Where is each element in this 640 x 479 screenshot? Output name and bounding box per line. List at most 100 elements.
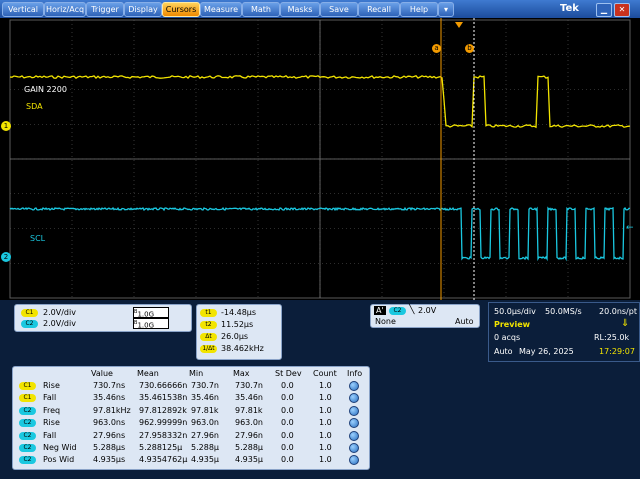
header-count: Count xyxy=(313,369,337,378)
menu-vertical[interactable]: Vertical xyxy=(2,2,44,17)
measurement-value: 4.935μs xyxy=(93,455,126,465)
measurement-name: Fall xyxy=(43,393,57,403)
measurement-min: 5.288μ xyxy=(191,443,219,452)
cursor-t2-value: 11.52μs xyxy=(221,320,254,329)
gain-annotation: GAIN 2200 xyxy=(24,85,67,94)
measurement-min: 97.81k xyxy=(191,405,219,415)
measurement-min: 4.935μ xyxy=(191,455,219,465)
date: May 26, 2025 xyxy=(519,347,574,356)
header-value: Value xyxy=(91,369,113,378)
measurement-stdev: 0.0 xyxy=(281,430,294,440)
measurement-source-chip: C1 xyxy=(19,382,36,390)
measurement-mean: 4.9354762μ xyxy=(139,455,188,465)
measurement-stdev: 0.0 xyxy=(281,393,294,403)
measurement-count: 1.0 xyxy=(319,443,332,452)
ch2-scale: 2.0V/div xyxy=(43,319,76,328)
cursor-readout-panel[interactable]: t1 -14.48μs t2 11.52μs Δt 26.0μs 1/Δt 38… xyxy=(196,304,282,360)
inv-delta-t-chip: 1/Δt xyxy=(200,345,217,353)
measurement-name: Fall xyxy=(43,430,57,440)
info-icon[interactable] xyxy=(349,455,359,466)
measurement-value: 730.7ns xyxy=(93,381,126,390)
ch1-ground-marker[interactable]: 1 xyxy=(1,121,11,131)
cursor-a-handle[interactable]: a xyxy=(432,44,441,53)
measurement-min: 27.96n xyxy=(191,430,219,440)
menu-trigger[interactable]: Trigger xyxy=(86,2,124,17)
trigger-readout-panel[interactable]: A' C2 ╲ 2.0V None Auto xyxy=(370,304,480,328)
measurement-min: 963.0n xyxy=(191,418,219,428)
measurement-max: 97.81k xyxy=(235,405,263,415)
trigger-mode: Auto xyxy=(455,317,474,326)
header-info: Info xyxy=(347,369,363,378)
menu-measure[interactable]: Measure xyxy=(200,2,242,17)
trigger-coupling: None xyxy=(375,317,396,326)
measurement-row[interactable]: C2 Pos Wid 4.935μs 4.9354762μ 4.935μ 4.935μ 0.… xyxy=(13,454,363,466)
info-icon[interactable] xyxy=(349,418,359,429)
measurement-row[interactable]: C1 Rise 730.7ns 730.66666n 730.7n 730.7n 0.0 1.… xyxy=(13,380,363,392)
measurement-value: 5.288μs xyxy=(93,443,126,452)
acq-count: 0 acqs xyxy=(494,333,521,342)
measurement-max: 730.7n xyxy=(235,381,263,390)
measurement-row[interactable]: C1 Fall 35.46ns 35.461538n 35.46n 35.46n 0.0 1.… xyxy=(13,392,363,404)
header-stdev: St Dev xyxy=(275,369,302,378)
info-icon[interactable] xyxy=(349,430,359,441)
measurement-row[interactable]: C2 Freq 97.81kHz 97.812892k 97.81k 97.81k 0.0 1… xyxy=(13,405,363,417)
menu-horiz-acq[interactable]: Horiz/Acq xyxy=(44,2,86,17)
measurement-count: 1.0 xyxy=(319,455,332,465)
measurement-name: Pos Wid xyxy=(43,455,75,465)
measurement-value: 35.46ns xyxy=(93,393,126,403)
measurement-stdev: 0.0 xyxy=(281,455,294,465)
menu-recall[interactable]: Recall xyxy=(358,2,400,17)
measurement-source-chip: C2 xyxy=(19,444,36,452)
close-icon: ✕ xyxy=(618,5,626,14)
measurement-stdev: 0.0 xyxy=(281,405,294,415)
measurement-min: 35.46n xyxy=(191,393,219,403)
ch2-bandwidth: B1.0G xyxy=(133,318,169,329)
measurement-count: 1.0 xyxy=(319,418,332,428)
info-icon[interactable] xyxy=(349,443,359,453)
ch1-scale: 2.0V/div xyxy=(43,308,76,317)
measurement-value: 963.0ns xyxy=(93,418,126,428)
close-button[interactable]: ✕ xyxy=(614,3,630,17)
measurement-row[interactable]: C2 Rise 963.0ns 962.99999n 963.0n 963.0n 0.0 1.… xyxy=(13,417,363,429)
measurement-value: 97.81kHz xyxy=(93,405,131,415)
measurement-source-chip: C2 xyxy=(19,406,36,415)
menu-save[interactable]: Save xyxy=(320,2,358,17)
measurement-row[interactable]: C2 Neg Wid 5.288μs 5.288125μ 5.288μ 5.288μ 0.0… xyxy=(13,442,363,454)
measurement-table[interactable]: Value Mean Min Max St Dev Count Info C1 R… xyxy=(12,366,370,470)
measurement-row[interactable]: C2 Fall 27.96ns 27.958332n 27.96n 27.96n 0.0 1.… xyxy=(13,430,363,442)
waveform-display[interactable]: a b GAIN 2200 SDA SCL 1 2 ← xyxy=(0,18,640,300)
ch2-ground-marker[interactable]: 2 xyxy=(1,252,11,262)
measurement-max: 5.288μ xyxy=(235,443,263,452)
menu-masks[interactable]: Masks xyxy=(280,2,320,17)
menu-display[interactable]: Display xyxy=(124,2,162,17)
menu-help[interactable]: Help xyxy=(400,2,438,17)
t2-chip: t2 xyxy=(200,321,217,329)
measurement-stdev: 0.0 xyxy=(281,443,294,452)
header-mean: Mean xyxy=(137,369,159,378)
acquisition-panel[interactable]: 50.0μs/div 50.0MS/s 20.0ns/pt Preview ⇓ … xyxy=(488,302,640,362)
measurement-name: Neg Wid xyxy=(43,443,77,452)
channel-readout-panel[interactable]: C1 2.0V/div B1.0G C2 2.0V/div B1.0G xyxy=(14,304,192,332)
info-icon[interactable] xyxy=(349,405,359,416)
minimize-button[interactable]: ▁ xyxy=(596,3,612,17)
header-min: Min xyxy=(189,369,204,378)
cursor-delta-t-value: 26.0μs xyxy=(221,332,249,341)
cursor-b-handle[interactable]: b xyxy=(465,44,474,53)
acq-mode: Auto xyxy=(494,347,513,356)
measurement-source-chip: C2 xyxy=(19,419,36,428)
menu-more-chevron-icon[interactable]: ▾ xyxy=(438,2,454,17)
minimize-icon: ▁ xyxy=(600,5,608,14)
measurement-name: Freq xyxy=(43,405,61,415)
measurement-count: 1.0 xyxy=(319,381,332,390)
graticule xyxy=(9,18,631,300)
sda-label: SDA xyxy=(26,102,43,111)
menu-math[interactable]: Math xyxy=(242,2,280,17)
info-icon[interactable] xyxy=(349,393,359,404)
info-icon[interactable] xyxy=(349,381,359,391)
measurement-stdev: 0.0 xyxy=(281,418,294,428)
measurement-mean: 5.288125μ xyxy=(139,443,183,452)
menu-cursors[interactable]: Cursors xyxy=(162,2,200,17)
measurement-count: 1.0 xyxy=(319,405,332,415)
measurement-mean: 97.812892k xyxy=(139,405,187,415)
measurement-source-chip: C1 xyxy=(19,394,36,403)
